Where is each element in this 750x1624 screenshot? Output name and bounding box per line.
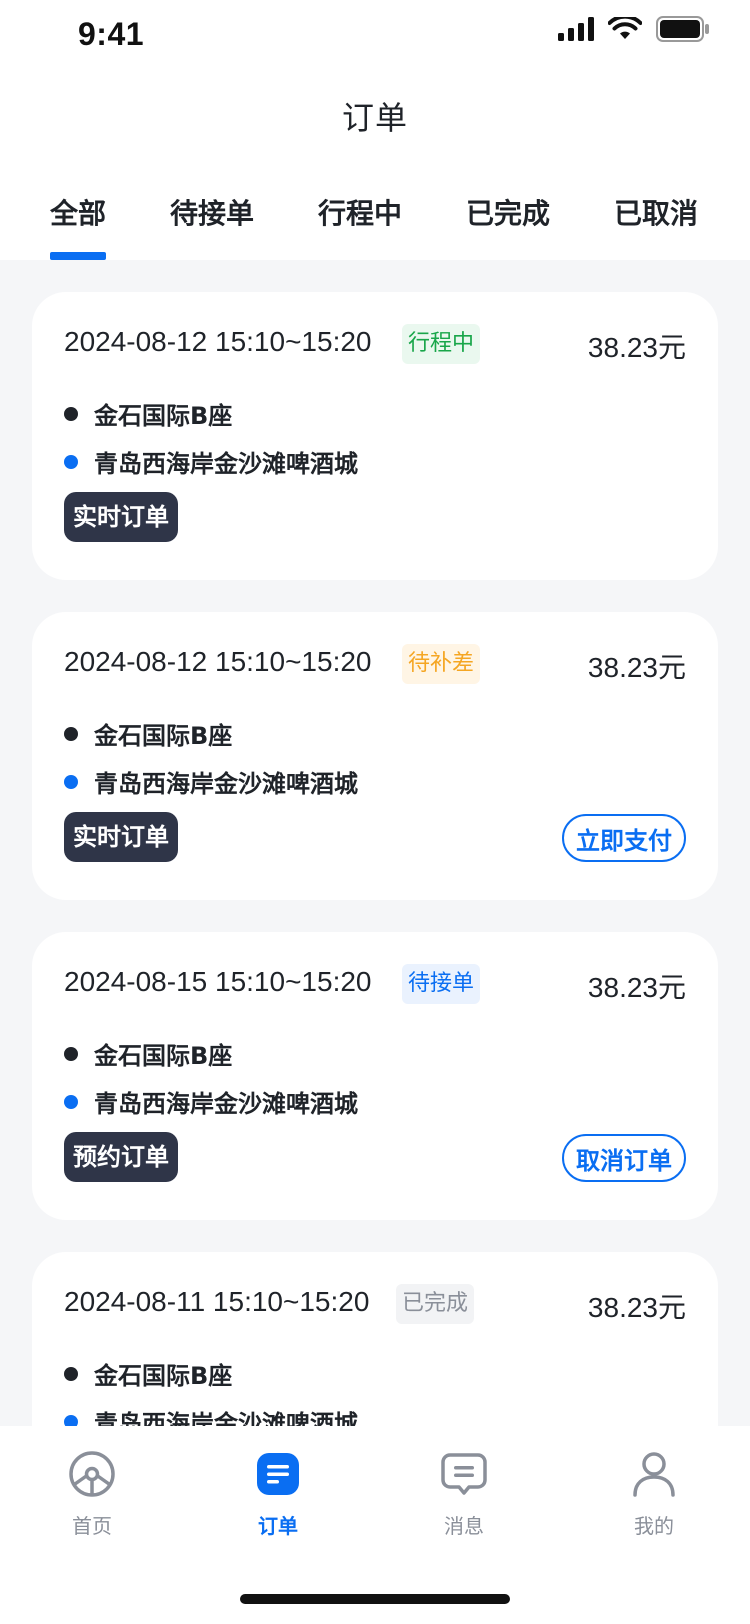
steering-wheel-icon (68, 1450, 116, 1498)
header: 订单 (0, 70, 750, 164)
order-type-tag: 实时订单 (64, 812, 178, 862)
pickup-label: 金石国际B座 (94, 722, 233, 750)
dropoff-location: 青岛西海岸金沙滩啤酒城 (64, 764, 358, 799)
nav-label-profile: 我的 (634, 1514, 674, 1538)
battery-icon (656, 16, 710, 46)
tab-completed[interactable]: 已完成 (466, 192, 550, 232)
status-badge: 待补差 (402, 644, 481, 684)
nav-item-home[interactable]: 首页 (32, 1450, 152, 1539)
tab-pending[interactable]: 待接单 (170, 192, 254, 232)
pickup-location: 金石国际B座 (64, 1036, 232, 1071)
tab-cancelled[interactable]: 已取消 (614, 192, 698, 232)
cellular-signal-icon (558, 17, 594, 45)
cancel-order-button[interactable]: 取消订单 (562, 1134, 686, 1182)
home-indicator (240, 1594, 510, 1604)
nav-label-messages: 消息 (444, 1514, 484, 1538)
order-card[interactable]: 2024-08-12 15:10~15:20 行程中 38.23元 金石国际B座… (32, 292, 718, 580)
dropoff-location: 青岛西海岸金沙滩啤酒城 (64, 444, 358, 479)
pickup-label: 金石国际B座 (94, 402, 233, 430)
order-card[interactable]: 2024-08-15 15:10~15:20 待接单 38.23元 金石国际B座… (32, 932, 718, 1220)
pickup-label: 金石国际B座 (94, 1042, 233, 1070)
order-time: 2024-08-12 15:10~15:20 (64, 646, 372, 677)
nav-label-orders: 订单 (258, 1514, 298, 1538)
tab-all[interactable]: 全部 (50, 192, 106, 232)
status-badge: 待接单 (402, 964, 481, 1004)
message-icon (440, 1450, 488, 1498)
status-badge: 已完成 (396, 1284, 475, 1324)
dropoff-label: 青岛西海岸金沙滩啤酒城 (94, 770, 358, 798)
nav-label-home: 首页 (72, 1514, 112, 1538)
order-price: 38.23元 (587, 972, 686, 1003)
order-time: 2024-08-15 15:10~15:20 (64, 966, 372, 997)
order-type-tag: 实时订单 (64, 492, 178, 542)
pickup-label: 金石国际B座 (94, 1362, 233, 1390)
status-icons (558, 14, 710, 46)
order-price: 38.23元 (587, 332, 686, 363)
order-price: 38.23元 (587, 652, 686, 683)
dropoff-dot-icon (64, 774, 78, 789)
pickup-dot-icon (64, 1046, 78, 1061)
tab-in-progress[interactable]: 行程中 (318, 192, 402, 232)
profile-icon (630, 1450, 678, 1498)
pickup-location: 金石国际B座 (64, 396, 232, 431)
pickup-dot-icon (64, 1366, 78, 1381)
dropoff-dot-icon (64, 1414, 78, 1426)
pickup-location: 金石国际B座 (64, 716, 232, 751)
dropoff-location: 青岛西海岸金沙滩啤酒城 (64, 1404, 358, 1426)
order-tabs: 全部 待接单 行程中 已完成 已取消 (0, 162, 750, 260)
pickup-dot-icon (64, 406, 78, 421)
dropoff-label: 青岛西海岸金沙滩啤酒城 (94, 1410, 358, 1426)
pickup-location: 金石国际B座 (64, 1356, 232, 1391)
dropoff-location: 青岛西海岸金沙滩啤酒城 (64, 1084, 358, 1119)
order-list[interactable]: 2024-08-12 15:10~15:20 行程中 38.23元 金石国际B座… (0, 260, 750, 1426)
order-card[interactable]: 2024-08-11 15:10~15:20 已完成 38.23元 金石国际B座… (32, 1252, 718, 1426)
status-time: 9:41 (78, 16, 145, 52)
status-bar: 9:41 (0, 0, 750, 70)
page-title: 订单 (341, 99, 408, 137)
nav-item-profile[interactable]: 我的 (594, 1450, 714, 1539)
order-price: 38.23元 (587, 1292, 686, 1323)
order-type-tag: 预约订单 (64, 1132, 178, 1182)
order-card[interactable]: 2024-08-12 15:10~15:20 待补差 38.23元 金石国际B座… (32, 612, 718, 900)
nav-item-messages[interactable]: 消息 (404, 1450, 524, 1539)
dropoff-label: 青岛西海岸金沙滩啤酒城 (94, 1090, 358, 1118)
order-time: 2024-08-12 15:10~15:20 (64, 326, 372, 357)
wifi-icon (607, 14, 643, 45)
dropoff-dot-icon (64, 454, 78, 469)
pickup-dot-icon (64, 726, 78, 741)
active-tab-indicator (50, 252, 106, 260)
order-time: 2024-08-11 15:10~15:20 (64, 1286, 370, 1317)
order-list-icon (254, 1450, 302, 1498)
status-badge: 行程中 (402, 324, 481, 364)
dropoff-dot-icon (64, 1094, 78, 1109)
nav-item-orders[interactable]: 订单 (218, 1450, 338, 1539)
pay-now-button[interactable]: 立即支付 (562, 814, 686, 862)
dropoff-label: 青岛西海岸金沙滩啤酒城 (94, 450, 358, 478)
